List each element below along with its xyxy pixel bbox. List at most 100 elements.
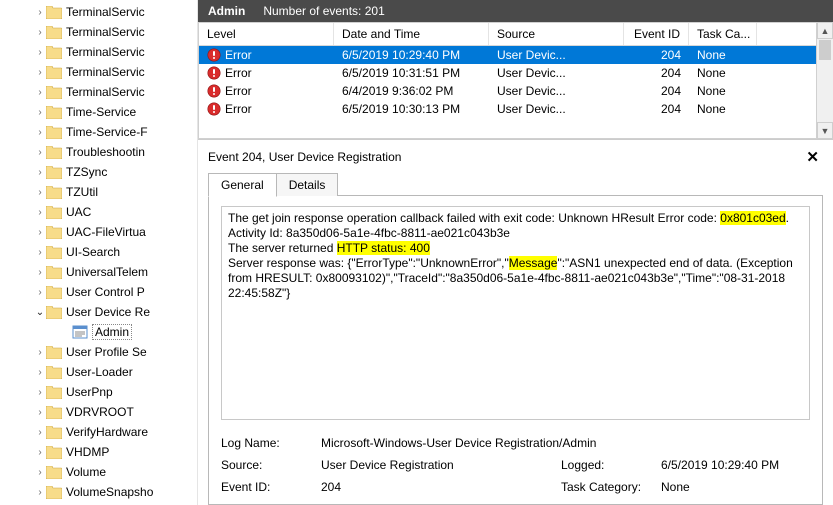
- tree-item[interactable]: ›TerminalServic: [0, 82, 197, 102]
- lbl-log-name: Log Name:: [221, 436, 321, 450]
- tree-item[interactable]: › Time-Service: [0, 102, 197, 122]
- events-scrollbar[interactable]: ▲ ▼: [816, 22, 833, 139]
- tree-item[interactable]: ›User-Loader: [0, 362, 197, 382]
- col-eventid[interactable]: Event ID: [624, 23, 689, 45]
- cell-task: None: [689, 66, 757, 80]
- chevron-right-icon[interactable]: ›: [34, 227, 46, 238]
- error-icon: [207, 48, 221, 62]
- tab-general[interactable]: General: [208, 173, 277, 197]
- col-source[interactable]: Source: [489, 23, 624, 45]
- close-icon[interactable]: ✕: [802, 148, 823, 166]
- scroll-thumb[interactable]: [819, 40, 831, 60]
- scroll-down-icon[interactable]: ▼: [817, 122, 833, 139]
- table-row[interactable]: Error6/4/2019 9:36:02 PMUser Devic...204…: [199, 82, 816, 100]
- events-header: Admin Number of events: 201: [198, 0, 833, 22]
- tree-item[interactable]: ›Time-Service-F: [0, 122, 197, 142]
- chevron-right-icon[interactable]: ›: [34, 427, 46, 438]
- chevron-right-icon[interactable]: ›: [34, 147, 46, 158]
- tree-item[interactable]: ⌄ User Device Re: [0, 302, 197, 322]
- tree-item-label: TerminalServic: [66, 5, 145, 19]
- folder-icon: [46, 385, 62, 399]
- event-message-line: The server returned HTTP status: 400: [228, 241, 803, 256]
- tree-item[interactable]: ›VDRVROOT: [0, 402, 197, 422]
- highlight-error-code: 0x801c03ed: [720, 211, 785, 225]
- tree-item-label: VHDMP: [66, 445, 109, 459]
- chevron-right-icon[interactable]: ›: [34, 487, 46, 498]
- folder-icon: [46, 265, 62, 279]
- folder-icon: [46, 25, 62, 39]
- chevron-right-icon[interactable]: ›: [34, 87, 46, 98]
- tree-item-label: UI-Search: [66, 245, 120, 259]
- tree-item[interactable]: ›UAC: [0, 202, 197, 222]
- cell-eventid: 204: [624, 66, 689, 80]
- chevron-right-icon[interactable]: ›: [34, 107, 46, 118]
- tree-item[interactable]: › TerminalServic: [0, 2, 197, 22]
- tree-item-label: Time-Service: [66, 105, 136, 119]
- chevron-down-icon[interactable]: ⌄: [34, 307, 46, 318]
- cell-date: 6/5/2019 10:29:40 PM: [334, 48, 489, 62]
- chevron-right-icon[interactable]: ›: [34, 367, 46, 378]
- cell-source: User Devic...: [489, 66, 624, 80]
- chevron-right-icon[interactable]: ›: [34, 247, 46, 258]
- tree-item[interactable]: ›TerminalServic: [0, 22, 197, 42]
- cell-source: User Devic...: [489, 48, 624, 62]
- events-grid[interactable]: Level Date and Time Source Event ID Task…: [198, 22, 816, 139]
- tree-item[interactable]: ›TZSync: [0, 162, 197, 182]
- table-row[interactable]: Error6/5/2019 10:30:13 PMUser Devic...20…: [199, 100, 816, 118]
- chevron-right-icon[interactable]: ›: [34, 127, 46, 138]
- tree-item[interactable]: › UI-Search: [0, 242, 197, 262]
- chevron-right-icon[interactable]: ›: [34, 207, 46, 218]
- tree-item[interactable]: ›VerifyHardware: [0, 422, 197, 442]
- chevron-right-icon[interactable]: ›: [34, 467, 46, 478]
- tree-item[interactable]: ›User Control P: [0, 282, 197, 302]
- tree-item[interactable]: › UAC-FileVirtua: [0, 222, 197, 242]
- folder-icon: [46, 5, 62, 19]
- tree-item-label: UAC-FileVirtua: [66, 225, 146, 239]
- tree-item-label: TerminalServic: [66, 65, 145, 79]
- tree-item[interactable]: › TerminalServic: [0, 62, 197, 82]
- chevron-right-icon[interactable]: ›: [34, 267, 46, 278]
- cell-task: None: [689, 48, 757, 62]
- tree-item-child[interactable]: Admin: [0, 322, 197, 342]
- error-icon: [207, 102, 221, 116]
- chevron-right-icon[interactable]: ›: [34, 447, 46, 458]
- highlight-http-status: HTTP status: 400: [337, 241, 430, 255]
- tree-item[interactable]: › VHDMP: [0, 442, 197, 462]
- event-message-box[interactable]: The get join response operation callback…: [221, 206, 810, 420]
- tree-item[interactable]: ›Volume: [0, 462, 197, 482]
- chevron-right-icon[interactable]: ›: [34, 47, 46, 58]
- table-row[interactable]: Error6/5/2019 10:29:40 PMUser Devic...20…: [199, 46, 816, 64]
- tree-item[interactable]: ›UserPnp: [0, 382, 197, 402]
- events-grid-wrap: Level Date and Time Source Event ID Task…: [198, 22, 833, 140]
- chevron-right-icon[interactable]: ›: [34, 387, 46, 398]
- tree-item[interactable]: ›VolumeSnapsho: [0, 482, 197, 502]
- chevron-right-icon[interactable]: ›: [34, 187, 46, 198]
- table-row[interactable]: Error6/5/2019 10:31:51 PMUser Devic...20…: [199, 64, 816, 82]
- folder-icon: [46, 125, 62, 139]
- col-task[interactable]: Task Ca...: [689, 23, 757, 45]
- col-level[interactable]: Level: [199, 23, 334, 45]
- chevron-right-icon[interactable]: ›: [34, 27, 46, 38]
- tree-item-label: TZUtil: [66, 185, 98, 199]
- folder-icon: [46, 365, 62, 379]
- chevron-right-icon[interactable]: ›: [34, 287, 46, 298]
- tree-item[interactable]: › TZUtil: [0, 182, 197, 202]
- tree-item-label: User Device Re: [66, 305, 150, 319]
- cell-date: 6/5/2019 10:31:51 PM: [334, 66, 489, 80]
- chevron-right-icon[interactable]: ›: [34, 67, 46, 78]
- details-body: The get join response operation callback…: [208, 196, 823, 505]
- tree-item[interactable]: ›UniversalTelem: [0, 262, 197, 282]
- tree-item[interactable]: ›TerminalServic: [0, 42, 197, 62]
- chevron-right-icon[interactable]: ›: [34, 407, 46, 418]
- events-header-count: Number of events: 201: [263, 4, 384, 18]
- col-date[interactable]: Date and Time: [334, 23, 489, 45]
- chevron-right-icon[interactable]: ›: [34, 347, 46, 358]
- chevron-right-icon[interactable]: ›: [34, 167, 46, 178]
- tree-item[interactable]: ›User Profile Se: [0, 342, 197, 362]
- tab-details[interactable]: Details: [276, 173, 339, 196]
- scroll-up-icon[interactable]: ▲: [817, 22, 833, 39]
- chevron-right-icon[interactable]: ›: [34, 7, 46, 18]
- events-grid-header: Level Date and Time Source Event ID Task…: [199, 23, 816, 46]
- tree-item[interactable]: ›Troubleshootin: [0, 142, 197, 162]
- folder-icon: [46, 425, 62, 439]
